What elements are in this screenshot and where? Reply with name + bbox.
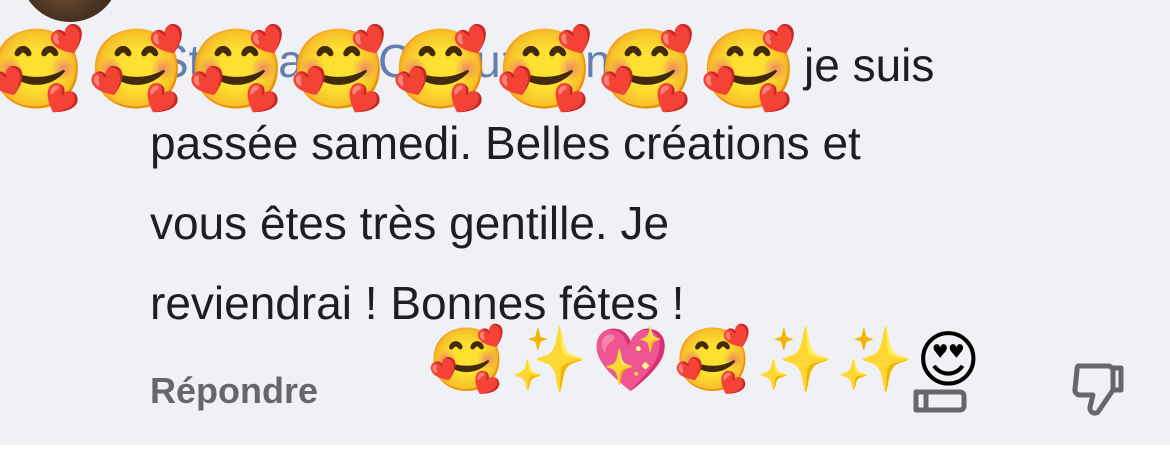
avatar[interactable]: [20, 0, 120, 22]
smiling-face-with-hearts-icon: 🥰: [598, 25, 696, 115]
sparkles-icon: ✨: [510, 323, 588, 396]
smiling-face-with-hearts-icon: 🥰: [188, 25, 286, 115]
sparkles-icon: ✨: [836, 323, 914, 396]
smiling-face-with-hearts-icon: 🥰: [428, 323, 506, 396]
comment-bubble: Stéphanie Coutuziannia 🥰 🥰 🥰 🥰 🥰 🥰 🥰 🥰 j…: [0, 0, 1170, 445]
comment-text-line-2: passée samedi. Belles créations et: [150, 117, 861, 169]
comment-text-line-3: vous êtes très gentille. Je: [150, 197, 670, 249]
comment-text-line-1: je suis: [804, 39, 935, 91]
sparkling-heart-icon: 💖: [592, 323, 670, 396]
smiling-face-with-hearts-icon: 🥰: [674, 323, 752, 396]
leading-emoji-row: 🥰 🥰 🥰 🥰 🥰 🥰 🥰 🥰: [0, 20, 808, 120]
smiling-face-with-hearts-icon: 🥰: [700, 25, 798, 115]
smiling-face-with-hearts-icon: 🥰: [0, 25, 86, 115]
thumbs-up-icon[interactable]: [912, 372, 968, 414]
reply-button[interactable]: Répondre: [150, 370, 318, 412]
sparkles-icon: ✨: [756, 323, 834, 396]
thumbs-down-icon[interactable]: [1068, 360, 1126, 418]
smiling-face-with-hearts-icon: 🥰: [88, 25, 186, 115]
smiling-face-with-hearts-icon: 🥰: [290, 25, 388, 115]
smiling-face-with-hearts-icon: 🥰: [392, 25, 490, 115]
smiling-face-with-hearts-icon: 🥰: [496, 25, 594, 115]
